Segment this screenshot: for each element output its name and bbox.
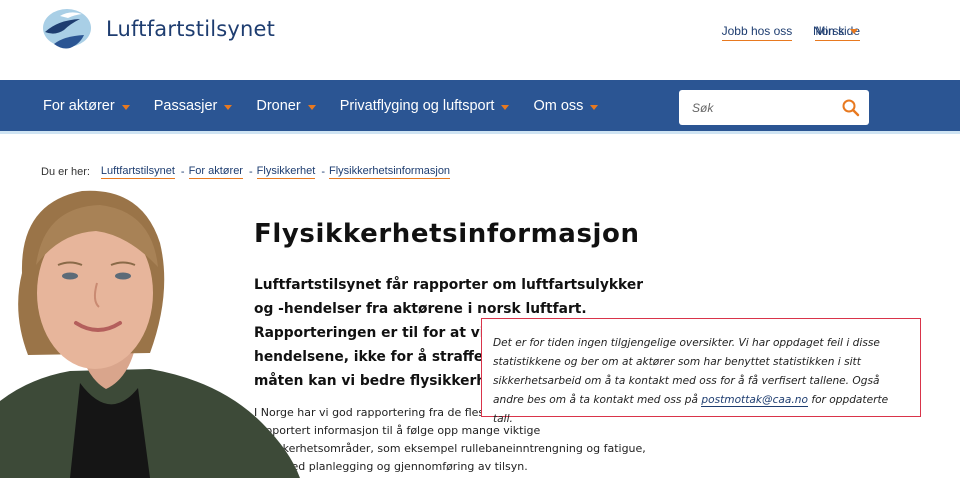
breadcrumb-separator: - — [180, 166, 185, 178]
page-title: Flysikkerhetsinformasjon — [254, 219, 640, 249]
nav-item-label: Passasjer — [153, 98, 218, 114]
main-nav: For aktører Passasjer Droner Privatflygi… — [0, 80, 960, 134]
email-link[interactable]: postmottak@caa.no — [701, 394, 808, 407]
breadcrumb-separator: - — [248, 166, 253, 178]
statistics-notice: Det er for tiden ingen tilgjengelige ove… — [481, 318, 921, 425]
site-header: Luftfartstilsynet Jobb hos oss Min side … — [0, 0, 960, 80]
nav-item-label: Droner — [256, 98, 301, 114]
jobs-link[interactable]: Jobb hos oss — [721, 24, 793, 41]
breadcrumb: Du er her: Luftfartstilsynet - For aktør… — [41, 165, 451, 179]
nav-item-passasjer[interactable]: Passasjer — [154, 98, 233, 114]
nav-item-label: Privatflyging og luftsport — [339, 98, 495, 114]
logo-text: Luftfartstilsynet — [106, 17, 276, 41]
chevron-down-icon — [224, 104, 233, 110]
breadcrumb-separator: - — [321, 166, 326, 178]
breadcrumb-prefix: Du er her: — [41, 166, 90, 178]
chevron-down-icon — [590, 104, 599, 110]
breadcrumb-item[interactable]: Luftfartstilsynet — [100, 165, 175, 179]
search-button[interactable] — [841, 98, 861, 118]
logo-icon — [43, 9, 91, 49]
nav-items: For aktører Passasjer Droner Privatflygi… — [43, 98, 599, 114]
nav-item-droner[interactable]: Droner — [256, 98, 316, 114]
breadcrumb-item[interactable]: For aktører — [188, 165, 243, 179]
breadcrumb-item[interactable]: Flysikkerhet — [256, 165, 316, 179]
chevron-down-icon — [121, 104, 130, 110]
breadcrumb-item-current[interactable]: Flysikkerhetsinformasjon — [329, 165, 451, 179]
nav-item-label: Om oss — [533, 98, 584, 114]
chevron-down-icon — [307, 104, 316, 110]
portrait-photo — [0, 183, 300, 478]
chevron-down-icon — [501, 104, 510, 110]
nav-item-om-oss[interactable]: Om oss — [533, 98, 599, 114]
language-label: Norsk — [813, 24, 845, 38]
nav-item-privatflyging[interactable]: Privatflyging og luftsport — [340, 98, 510, 114]
nav-item-label: For aktører — [43, 98, 115, 114]
search-box — [679, 90, 869, 125]
search-icon — [842, 99, 860, 117]
logo[interactable]: Luftfartstilsynet — [40, 6, 275, 52]
nav-item-for-aktorer[interactable]: For aktører — [43, 98, 130, 114]
chevron-down-icon — [850, 28, 859, 34]
language-selector[interactable]: Norsk — [813, 24, 859, 38]
search-input[interactable] — [679, 90, 829, 125]
